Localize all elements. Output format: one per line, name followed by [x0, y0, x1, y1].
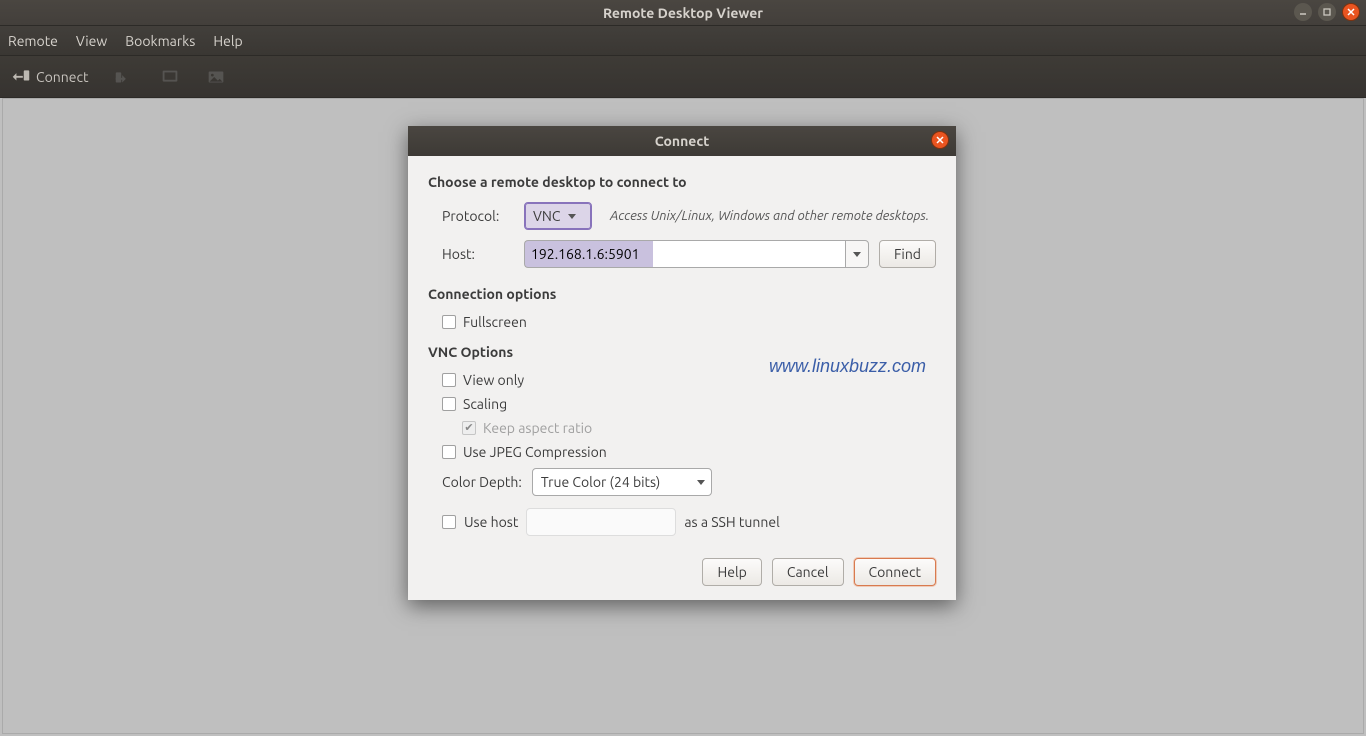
dialog-buttons: Help Cancel Connect: [428, 558, 936, 586]
connect-dialog: Connect Choose a remote desktop to conne…: [408, 126, 956, 600]
find-button[interactable]: Find: [879, 240, 936, 268]
ssh-checkbox[interactable]: [442, 515, 456, 529]
host-dropdown[interactable]: [845, 240, 869, 268]
keep-aspect-row: ✔ Keep aspect ratio: [428, 420, 936, 436]
help-button[interactable]: Help: [702, 558, 761, 586]
minimize-button[interactable]: [1294, 3, 1312, 21]
toolbar-screenshot: [205, 66, 227, 88]
conn-options-heading: Connection options: [428, 286, 936, 302]
maximize-button[interactable]: [1318, 3, 1336, 21]
screenshot-icon: [205, 66, 227, 88]
ssh-suffix-label: as a SSH tunnel: [684, 514, 779, 530]
toolbar-disconnect: [113, 66, 135, 88]
protocol-row: Protocol: VNC Access Unix/Linux, Windows…: [428, 202, 936, 230]
color-depth-row: Color Depth: True Color (24 bits): [428, 468, 936, 496]
dialog-title: Connect: [655, 133, 710, 149]
protocol-hint: Access Unix/Linux, Windows and other rem…: [610, 209, 929, 223]
chevron-down-icon: [697, 480, 705, 485]
host-input[interactable]: [524, 240, 845, 268]
cancel-button[interactable]: Cancel: [772, 558, 844, 586]
watermark: www.linuxbuzz.com: [769, 356, 926, 377]
fullscreen-row[interactable]: Fullscreen: [428, 314, 936, 330]
scaling-checkbox[interactable]: [442, 397, 456, 411]
fullscreen-label: Fullscreen: [463, 314, 527, 330]
ssh-row: Use host as a SSH tunnel: [428, 508, 936, 536]
choose-heading: Choose a remote desktop to connect to: [428, 174, 936, 190]
host-combo: [524, 240, 869, 268]
jpeg-label: Use JPEG Compression: [463, 444, 607, 460]
menu-view[interactable]: View: [76, 33, 107, 49]
menu-remote[interactable]: Remote: [8, 33, 58, 49]
menu-bar: Remote View Bookmarks Help: [0, 26, 1366, 56]
toolbar-connect-label: Connect: [36, 69, 89, 85]
close-button[interactable]: [1342, 3, 1360, 21]
keep-aspect-label: Keep aspect ratio: [483, 420, 592, 436]
fullscreen-checkbox[interactable]: [442, 315, 456, 329]
toolbar: Connect: [0, 56, 1366, 98]
view-only-checkbox[interactable]: [442, 373, 456, 387]
keep-aspect-checkbox: ✔: [462, 421, 476, 435]
protocol-value: VNC: [533, 208, 560, 224]
color-depth-value: True Color (24 bits): [541, 474, 660, 490]
ssh-use-host-label: Use host: [464, 514, 518, 530]
dialog-titlebar: Connect: [408, 126, 956, 156]
host-row: Host: Find: [428, 240, 936, 268]
fullscreen-icon: [159, 66, 181, 88]
window-title-bar: Remote Desktop Viewer: [0, 0, 1366, 26]
scaling-label: Scaling: [463, 396, 507, 412]
connect-button[interactable]: Connect: [854, 558, 937, 586]
toolbar-fullscreen: [159, 66, 181, 88]
jpeg-row[interactable]: Use JPEG Compression: [428, 444, 936, 460]
ssh-host-input: [526, 508, 676, 536]
scaling-row[interactable]: Scaling: [428, 396, 936, 412]
dialog-close-button[interactable]: [931, 131, 949, 149]
menu-help[interactable]: Help: [213, 33, 242, 49]
protocol-select[interactable]: VNC: [524, 202, 592, 230]
host-label: Host:: [442, 246, 514, 262]
chevron-down-icon: [568, 214, 576, 219]
jpeg-checkbox[interactable]: [442, 445, 456, 459]
color-depth-label: Color Depth:: [442, 474, 522, 490]
window-controls: [1294, 3, 1360, 21]
disconnect-icon: [113, 66, 135, 88]
color-depth-select[interactable]: True Color (24 bits): [532, 468, 712, 496]
connect-icon: [10, 64, 32, 89]
window-title: Remote Desktop Viewer: [603, 5, 763, 21]
toolbar-connect[interactable]: Connect: [10, 64, 89, 89]
menu-bookmarks[interactable]: Bookmarks: [125, 33, 195, 49]
chevron-down-icon: [853, 252, 861, 257]
dialog-body: Choose a remote desktop to connect to Pr…: [408, 156, 956, 600]
view-only-label: View only: [463, 372, 524, 388]
protocol-label: Protocol:: [442, 208, 514, 224]
